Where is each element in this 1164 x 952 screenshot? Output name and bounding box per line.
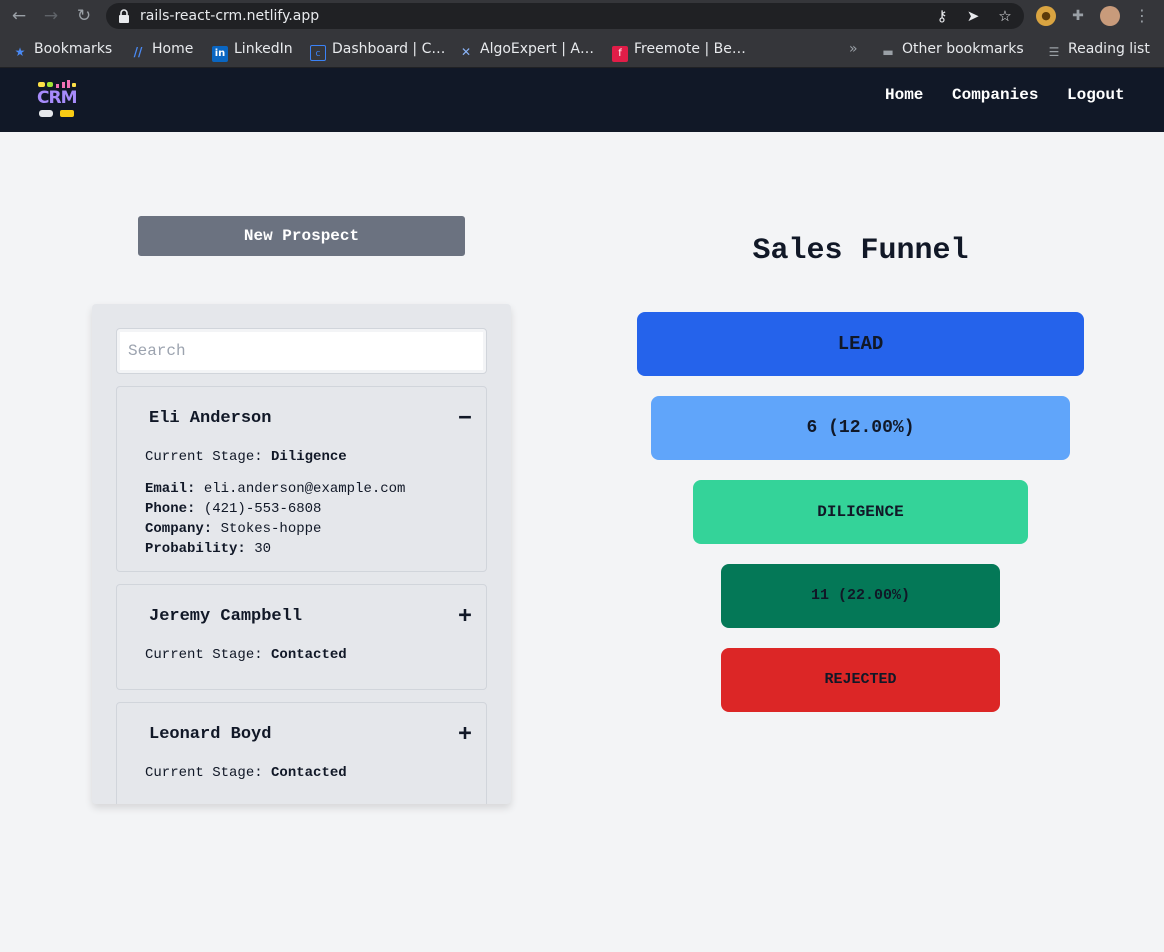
prospect-company: Company: Stokes-hoppe <box>145 521 322 537</box>
reading-list-icon: ☰ <box>1048 45 1060 59</box>
star-icon: ★ <box>14 45 26 59</box>
folder-icon: ▬ <box>882 45 894 59</box>
new-prospect-button[interactable]: New Prospect <box>138 216 465 256</box>
prospect-stage: Current Stage: Contacted <box>145 647 347 663</box>
collapse-toggle-icon[interactable]: − <box>456 407 474 429</box>
back-icon[interactable]: ← <box>8 5 30 27</box>
crm-logo[interactable]: CRM <box>36 80 80 120</box>
lock-icon <box>119 9 129 23</box>
menu-kebab-icon[interactable]: ⋮ <box>1131 5 1153 27</box>
funnel-stage-lead[interactable]: LEAD <box>637 312 1084 376</box>
crm-logo-text: CRM <box>37 88 77 108</box>
send-icon[interactable]: ➤ <box>963 6 983 26</box>
key-icon[interactable]: ⚷ <box>932 6 952 26</box>
prospect-phone: Phone: (421)-553-6808 <box>145 501 322 517</box>
app-header: CRM Home Companies Logout <box>0 68 1164 132</box>
cookie-extension-icon[interactable]: ● <box>1036 6 1056 26</box>
freemote-icon: f <box>612 46 628 62</box>
prospect-stage: Current Stage: Diligence <box>145 449 347 465</box>
bookmark-item-dashboard[interactable]: c Dashboard | C… <box>310 40 445 61</box>
prospect-name: Eli Anderson <box>149 409 272 428</box>
nav-home[interactable]: Home <box>885 86 923 104</box>
prospect-name: Jeremy Campbell <box>149 607 303 626</box>
profile-avatar-icon[interactable] <box>1100 6 1120 26</box>
linkedin-icon: in <box>212 46 228 62</box>
prospect-probability: Probability: 30 <box>145 541 272 557</box>
funnel-stage-rejected[interactable]: REJECTED <box>721 648 1000 712</box>
expand-toggle-icon[interactable]: + <box>456 723 474 745</box>
url-text: rails-react-crm.netlify.app <box>140 8 320 24</box>
reading-list[interactable]: ☰ Reading list <box>1046 40 1150 60</box>
other-bookmarks-folder[interactable]: ▬ Other bookmarks <box>880 40 1023 60</box>
slash-icon: // <box>133 45 143 59</box>
expand-toggle-icon[interactable]: + <box>456 605 474 627</box>
bookmark-item-freemote[interactable]: f Freemote | Be… <box>612 40 746 62</box>
prospect-card[interactable]: Eli Anderson − Current Stage: Diligence … <box>116 386 487 572</box>
prospect-card[interactable]: Leonard Boyd + Current Stage: Contacted <box>116 702 487 804</box>
nav-companies[interactable]: Companies <box>952 86 1038 104</box>
bookmark-item-linkedin[interactable]: in LinkedIn <box>212 40 293 62</box>
address-bar[interactable]: rails-react-crm.netlify.app ⚷ ➤ ☆ <box>106 3 1024 29</box>
prospect-name: Leonard Boyd <box>149 725 272 744</box>
bookmarks-bar: ★ Bookmarks //Home in LinkedIn c Dashboard … <box>0 32 1164 68</box>
funnel-stage-count[interactable]: 11 (22.00%) <box>721 564 1000 628</box>
algoexpert-icon: ✕ <box>460 45 472 59</box>
funnel-stage-diligence[interactable]: DILIGENCE <box>693 480 1028 544</box>
browser-toolbar: ← → ↻ rails-react-crm.netlify.app ⚷ ➤ ☆ … <box>0 0 1164 32</box>
bookmark-item-home[interactable]: //Home <box>130 40 194 60</box>
reload-icon[interactable]: ↻ <box>73 5 95 27</box>
bookmark-item-algoexpert[interactable]: ✕ AlgoExpert | A… <box>458 40 594 60</box>
prospect-card[interactable]: Jeremy Campbell + Current Stage: Contact… <box>116 584 487 690</box>
bookmark-item-bookmarks[interactable]: ★ Bookmarks <box>12 40 113 60</box>
funnel-stage-count[interactable]: 6 (12.00%) <box>651 396 1070 460</box>
search-input[interactable] <box>120 332 483 370</box>
forward-icon[interactable]: → <box>40 5 62 27</box>
prospect-email: Email: eli.anderson@example.com <box>145 481 406 497</box>
nav-logout[interactable]: Logout <box>1067 86 1125 104</box>
search-field <box>116 328 487 374</box>
prospects-panel: Eli Anderson − Current Stage: Diligence … <box>92 304 511 804</box>
funnel-title: Sales Funnel <box>752 234 969 268</box>
extensions-puzzle-icon[interactable]: ✚ <box>1068 6 1088 26</box>
star-icon[interactable]: ☆ <box>995 6 1015 26</box>
bookmarks-overflow-icon[interactable]: » <box>849 40 858 60</box>
dashboard-icon: c <box>310 45 326 61</box>
prospect-stage: Current Stage: Contacted <box>145 765 347 781</box>
